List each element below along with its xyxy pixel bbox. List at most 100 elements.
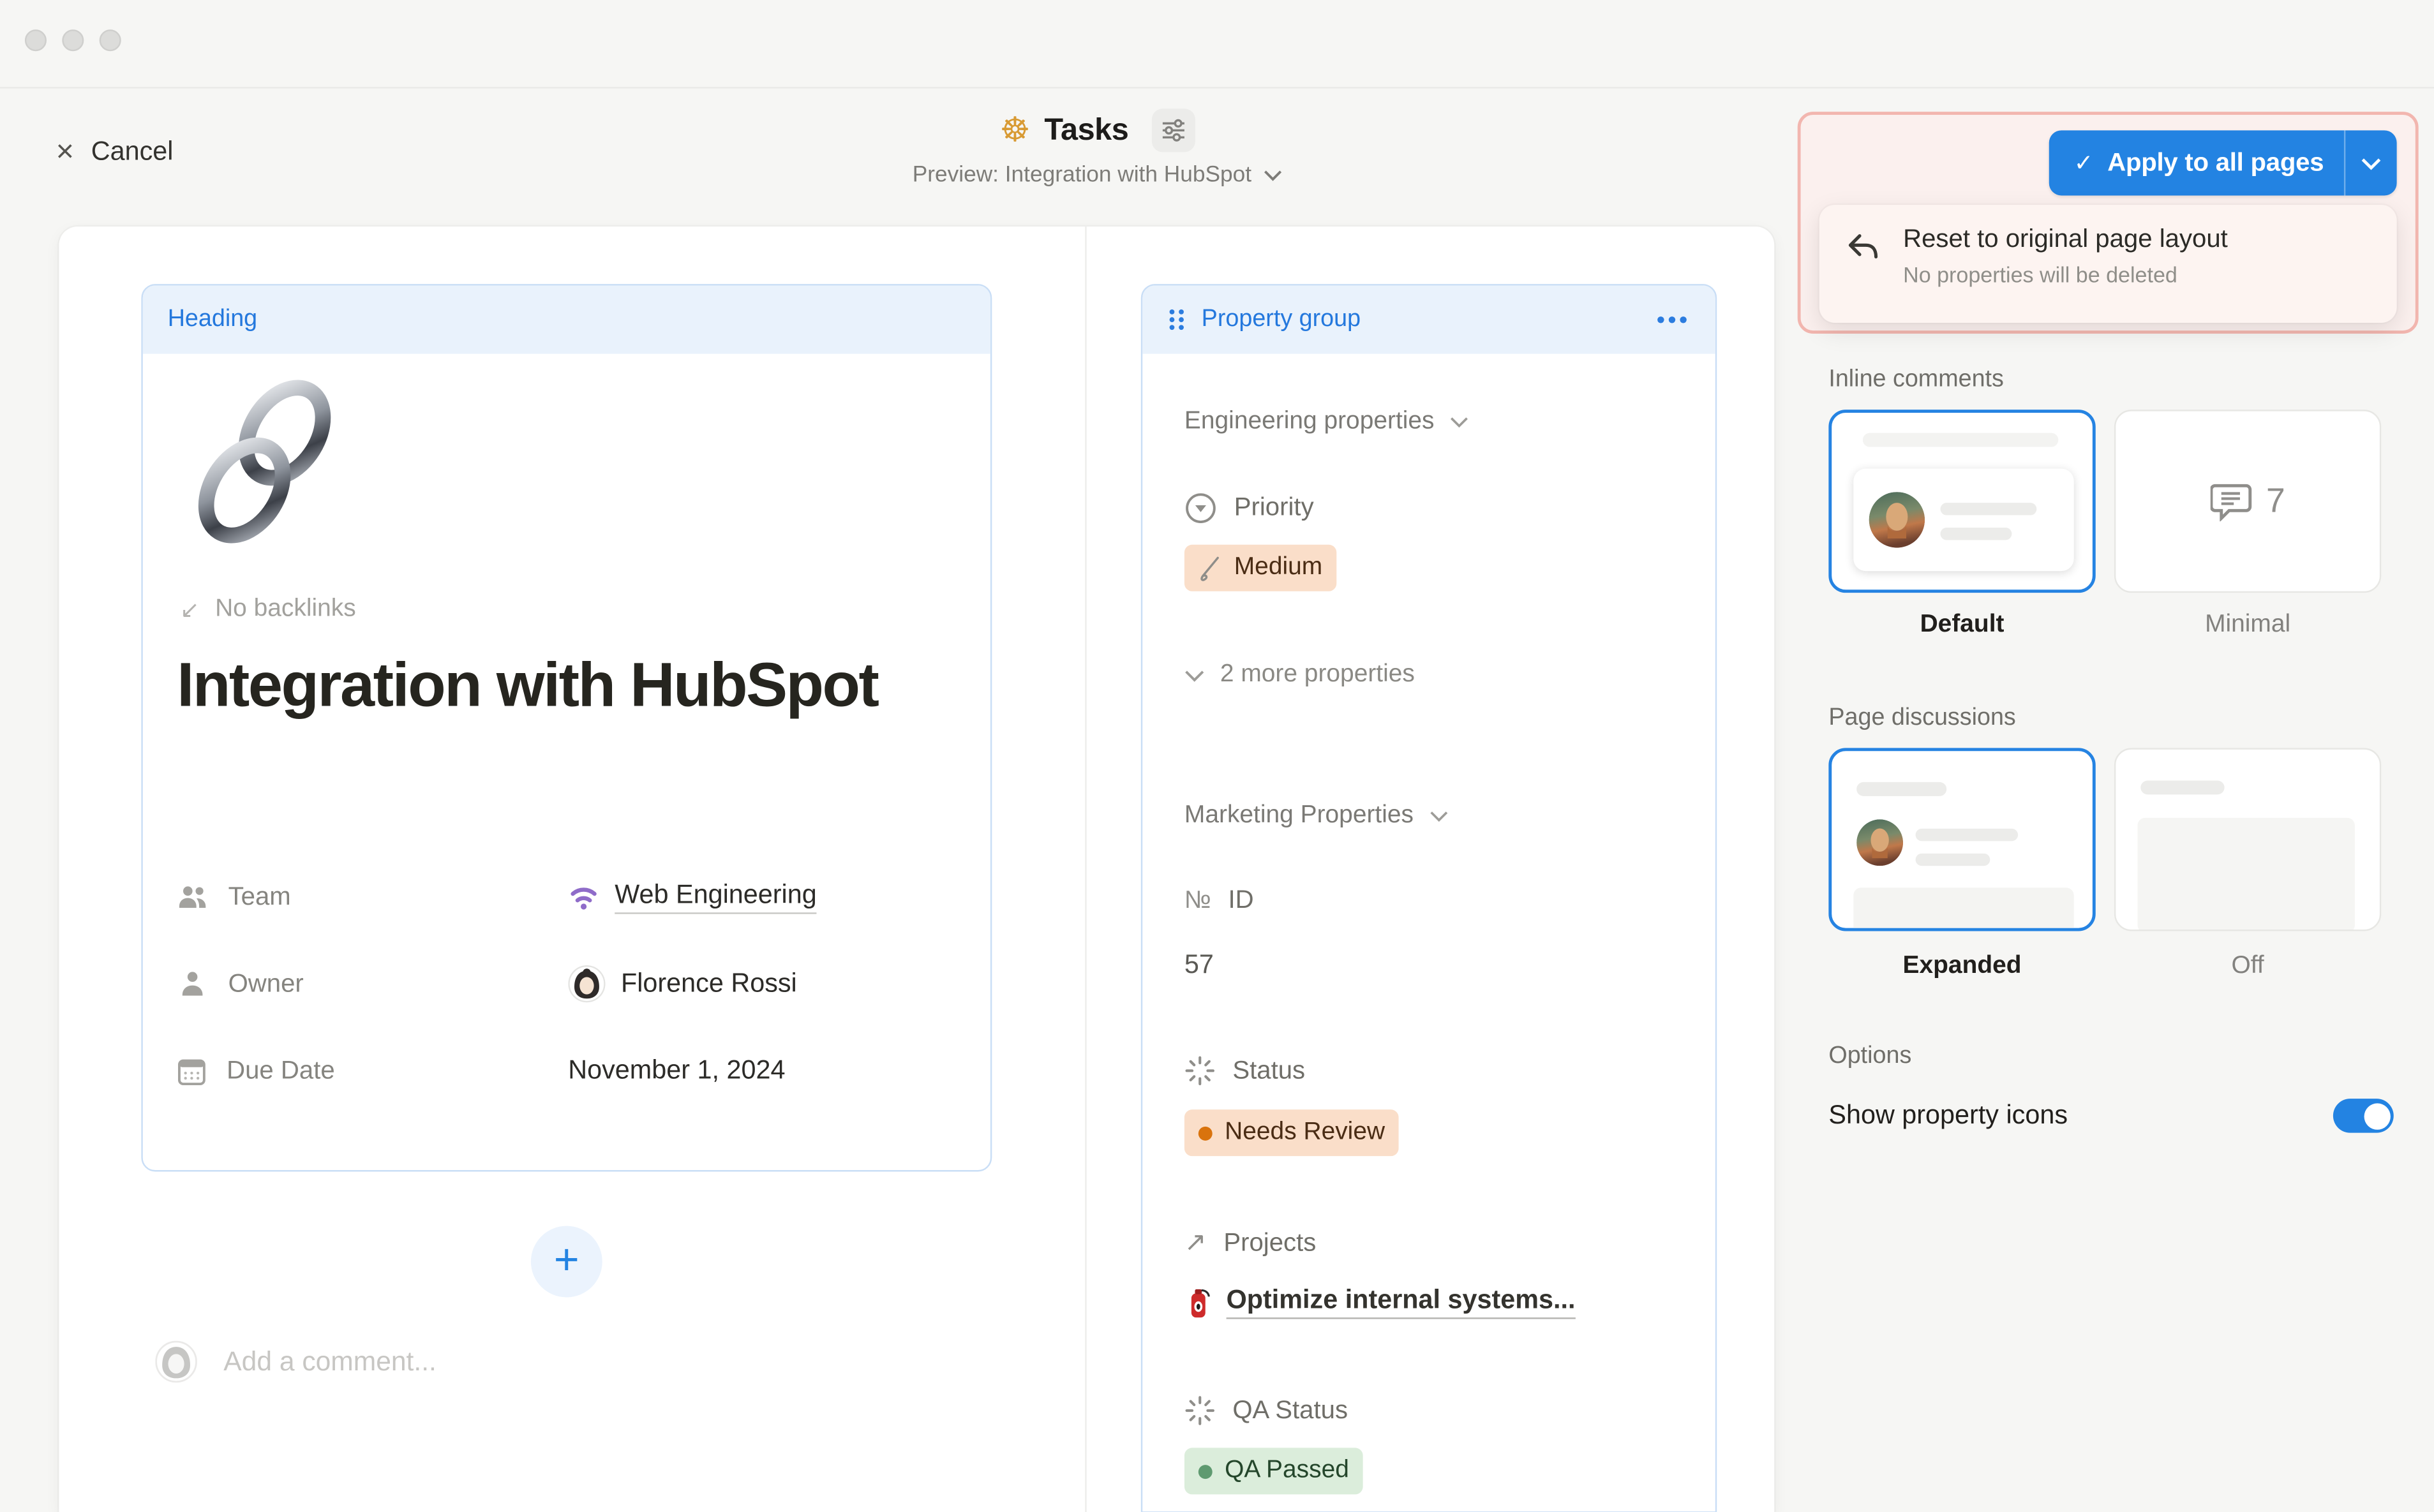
- database-title: Tasks: [1044, 112, 1128, 148]
- chevron-down-icon: [1429, 810, 1447, 822]
- section-marketing[interactable]: Marketing Properties: [1184, 803, 1448, 831]
- window-close-button[interactable]: [25, 29, 47, 51]
- layout-settings-button[interactable]: [1152, 108, 1195, 152]
- section-title: Marketing Properties: [1184, 803, 1414, 831]
- more-dots-icon[interactable]: •••: [1657, 306, 1691, 332]
- heading-block-card[interactable]: Heading ↙: [141, 284, 992, 1171]
- comment-placeholder: Add a comment...: [223, 1345, 437, 1378]
- comment-bubble-icon: [2210, 481, 2253, 521]
- fire-extinguisher-emoji: [1184, 1286, 1213, 1318]
- section-title: Engineering properties: [1184, 408, 1435, 436]
- page-discussions-off-card[interactable]: [2114, 748, 2381, 931]
- page-discussions-off-label[interactable]: Off: [2114, 952, 2381, 981]
- preview-selector[interactable]: Preview: Integration with HubSpot: [913, 163, 1283, 188]
- id-property[interactable]: № ID: [1184, 886, 1254, 915]
- page-discussions-expanded-card[interactable]: [1828, 748, 2095, 931]
- team-value-link[interactable]: Web Engineering: [615, 880, 816, 914]
- backlinks-label: No backlinks: [215, 596, 356, 624]
- property-group-card[interactable]: Property group ••• Engineering propertie…: [1141, 284, 1717, 1512]
- helm-icon: ☸: [1000, 114, 1031, 148]
- projects-label: Projects: [1223, 1228, 1316, 1257]
- comment-avatar: [155, 1341, 197, 1383]
- priority-property[interactable]: Priority: [1184, 492, 1314, 524]
- qa-status-property[interactable]: QA Status: [1184, 1395, 1348, 1427]
- priority-value-pill: Medium: [1184, 545, 1336, 591]
- qa-status-label: QA Status: [1232, 1396, 1348, 1425]
- owner-value[interactable]: Florence Rossi: [621, 968, 797, 1000]
- priority-value: Medium: [1234, 554, 1322, 582]
- chevron-down-icon: [1264, 169, 1282, 181]
- column-divider: [1085, 226, 1086, 1512]
- select-circle-icon: [1184, 492, 1217, 524]
- property-label: Team: [228, 882, 291, 912]
- undo-icon: [1844, 230, 1881, 267]
- inline-comments-minimal-card[interactable]: 7: [2114, 410, 2381, 593]
- property-row-due-date[interactable]: Due Date November 1, 2024: [177, 1049, 959, 1092]
- status-burst-icon: [1184, 1055, 1216, 1086]
- window-titlebar: [0, 0, 2434, 89]
- numero-icon: №: [1184, 887, 1211, 915]
- inline-comments-title: Inline comments: [1828, 366, 2004, 394]
- id-value[interactable]: 57: [1184, 950, 1214, 981]
- priority-label: Priority: [1234, 494, 1314, 523]
- arrow-down-left-icon: ↙: [180, 596, 200, 624]
- page-title[interactable]: Integration with HubSpot: [177, 649, 906, 725]
- property-group-header[interactable]: Property group •••: [1142, 286, 1715, 354]
- avatar-florence: [568, 965, 605, 1002]
- calendar-icon: [177, 1056, 206, 1085]
- more-properties-label: 2 more properties: [1220, 661, 1415, 689]
- person-icon: [177, 968, 208, 1000]
- drag-handle-icon[interactable]: [1167, 308, 1186, 332]
- heading-block-label: Heading: [168, 306, 257, 334]
- property-label: Owner: [228, 969, 304, 998]
- reset-menu-item[interactable]: Reset to original page layout No propert…: [1819, 205, 2397, 323]
- status-label: Status: [1232, 1056, 1305, 1085]
- chevron-down-icon: [1184, 668, 1205, 682]
- qa-status-value-pill: QA Passed: [1184, 1448, 1363, 1494]
- inline-comments-minimal-label[interactable]: Minimal: [2114, 611, 2381, 639]
- show-property-icons-row: Show property icons: [1828, 1099, 2393, 1133]
- inline-comments-default-card[interactable]: [1828, 410, 2095, 593]
- status-burst-icon: [1184, 1395, 1216, 1427]
- backlinks-row[interactable]: ↙ No backlinks: [180, 596, 356, 624]
- page-discussions-title: Page discussions: [1828, 704, 2015, 732]
- status-value: Needs Review: [1225, 1119, 1385, 1147]
- due-date-value[interactable]: November 1, 2024: [568, 1055, 785, 1086]
- people-icon: [177, 883, 208, 911]
- property-row-team[interactable]: Team Web Engineering: [177, 875, 959, 919]
- show-property-icons-label: Show property icons: [1828, 1101, 2068, 1132]
- add-comment-row[interactable]: Add a comment...: [155, 1341, 437, 1383]
- green-dot: [1198, 1464, 1213, 1478]
- section-engineering[interactable]: Engineering properties: [1184, 408, 1468, 436]
- add-block-button[interactable]: +: [531, 1226, 602, 1298]
- options-title: Options: [1828, 1043, 1911, 1071]
- chain-links-emoji[interactable]: [177, 379, 354, 547]
- qa-status-value: QA Passed: [1225, 1457, 1349, 1485]
- toggle-knob: [2363, 1102, 2389, 1129]
- show-property-icons-toggle[interactable]: [2333, 1099, 2394, 1133]
- avatar-vangogh: [1856, 819, 1903, 866]
- reset-subtitle: No properties will be deleted: [1903, 262, 2228, 287]
- inline-comments-default-label[interactable]: Default: [1828, 611, 2095, 639]
- chevron-down-icon[interactable]: [2361, 156, 2382, 170]
- project-link-label: Optimize internal systems...: [1227, 1285, 1576, 1319]
- comment-count: 7: [2266, 481, 2285, 521]
- arrow-up-right-icon: ↗: [1184, 1227, 1207, 1259]
- property-row-owner[interactable]: Owner Florence Rossi: [177, 962, 959, 1005]
- window-minimize-button[interactable]: [62, 29, 84, 51]
- heading-block-header[interactable]: Heading: [143, 286, 990, 354]
- project-link[interactable]: Optimize internal systems...: [1184, 1285, 1576, 1319]
- sliders-icon: [1161, 118, 1186, 143]
- window-zoom-button[interactable]: [100, 29, 121, 51]
- apply-to-all-pages-button[interactable]: ✓ Apply to all pages: [2049, 130, 2397, 195]
- projects-property[interactable]: ↗ Projects: [1184, 1227, 1316, 1259]
- more-properties-toggle[interactable]: 2 more properties: [1184, 661, 1415, 689]
- avatar-vangogh: [1869, 492, 1925, 548]
- needle-emoji: [1198, 555, 1221, 581]
- page-discussions-expanded-label[interactable]: Expanded: [1828, 952, 2095, 981]
- inline-comments-options: 7: [1828, 410, 2381, 593]
- chevron-down-icon: [1450, 416, 1468, 428]
- status-property[interactable]: Status: [1184, 1055, 1305, 1086]
- property-group-label: Property group: [1202, 306, 1361, 334]
- apply-highlight-panel: ✓ Apply to all pages Reset to original p…: [1798, 112, 2419, 334]
